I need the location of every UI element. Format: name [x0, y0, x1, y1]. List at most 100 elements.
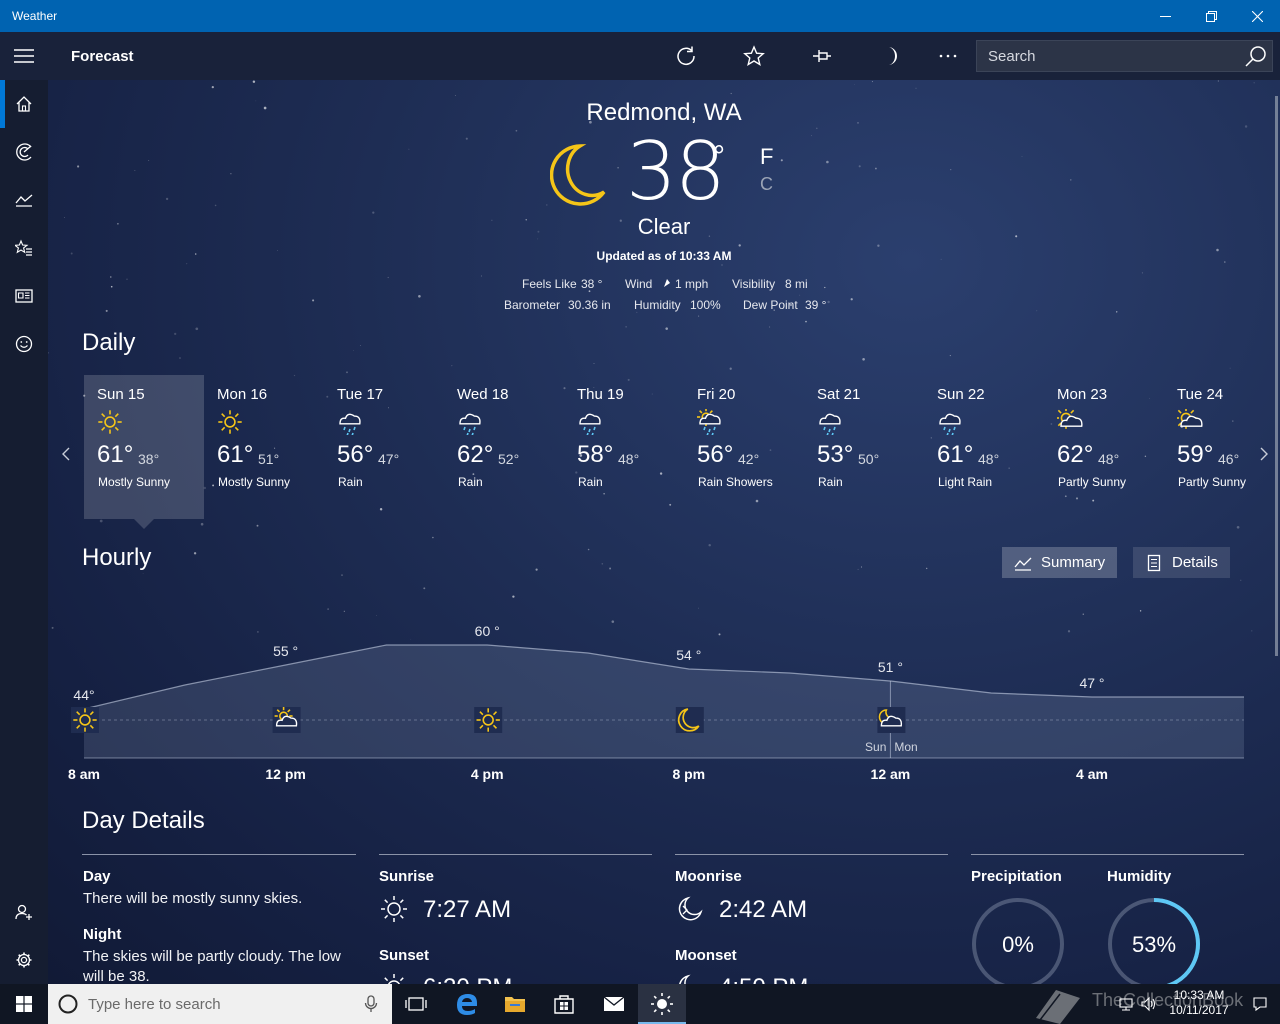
star	[824, 286, 826, 289]
moonrise-icon	[678, 896, 703, 921]
taskbar-mail[interactable]	[590, 984, 638, 1024]
hourly-tick-label: 4 am	[1076, 766, 1108, 782]
nav-settings[interactable]	[0, 936, 48, 984]
nav-places[interactable]	[0, 224, 48, 272]
chevron-left-icon[interactable]	[60, 446, 74, 462]
moon-icon	[550, 144, 606, 206]
star	[587, 548, 590, 551]
refresh-button[interactable]	[664, 32, 708, 80]
partly-sunny-icon	[1057, 409, 1083, 429]
star	[252, 80, 256, 83]
taskbar-search-input[interactable]	[88, 994, 348, 1014]
star	[1036, 310, 1038, 312]
pin-button[interactable]	[800, 32, 844, 80]
taskbar-store[interactable]	[540, 984, 588, 1024]
nav-account[interactable]	[0, 888, 48, 936]
hamburger-menu-button[interactable]	[0, 32, 48, 80]
microphone-icon[interactable]	[364, 995, 378, 1013]
nav-feedback[interactable]	[0, 320, 48, 368]
star	[230, 173, 232, 175]
star	[346, 371, 348, 374]
store-bag-icon	[554, 995, 574, 1014]
day-card[interactable]: Mon 23 62° 48° Partly Sunny	[1044, 375, 1164, 519]
day-card[interactable]: Sat 21 53° 50° Rain	[804, 375, 924, 519]
unit-fahrenheit[interactable]: F	[760, 144, 773, 170]
day-card[interactable]: Tue 17 56° 47° Rain	[324, 375, 444, 519]
star	[48, 352, 49, 354]
day-card[interactable]: Sun 15 61° 38° Mostly Sunny	[84, 375, 204, 519]
rain-icon	[339, 413, 361, 435]
star	[454, 95, 456, 96]
star	[110, 285, 113, 288]
day-low-temp: 47°	[378, 451, 400, 467]
divider	[82, 854, 356, 855]
day-name: Mon 16	[217, 386, 268, 403]
hourly-temp-label: 60 °	[475, 623, 500, 639]
wind-label: Wind	[625, 277, 653, 291]
search-input[interactable]	[977, 41, 1237, 71]
favorite-button[interactable]	[732, 32, 776, 80]
star	[625, 326, 627, 328]
taskbar-weather[interactable]	[638, 984, 686, 1024]
star	[850, 298, 853, 301]
day-card[interactable]: Tue 24 59° 46° Partly Sunny	[1164, 375, 1280, 519]
updated-time: Updated as of 10:33 AM	[596, 249, 732, 263]
star	[853, 83, 855, 85]
nav-news[interactable]	[0, 272, 48, 320]
star	[1217, 80, 1220, 82]
star	[451, 365, 453, 367]
day-condition: Mostly Sunny	[218, 475, 291, 489]
sun-icon	[474, 707, 503, 733]
search-icon[interactable]	[1244, 45, 1268, 69]
nav-forecast[interactable]	[0, 80, 48, 128]
theme-toggle-button[interactable]	[868, 32, 912, 80]
task-view-button[interactable]	[392, 984, 440, 1024]
day-name: Sat 21	[817, 386, 861, 403]
day-card[interactable]: Sun 22 61° 48° Light Rain	[924, 375, 1044, 519]
star	[810, 135, 812, 137]
sunset-icon	[384, 974, 404, 984]
summary-toggle-button[interactable]: Summary	[1002, 547, 1117, 578]
taskbar-file-explorer[interactable]	[491, 984, 539, 1024]
start-button[interactable]	[0, 984, 48, 1024]
star	[721, 264, 723, 266]
star	[617, 166, 619, 169]
close-button[interactable]	[1234, 0, 1280, 32]
volume-icon[interactable]	[1140, 996, 1156, 1012]
smiley-icon	[15, 335, 33, 353]
more-icon	[939, 54, 957, 58]
network-icon[interactable]	[1118, 996, 1134, 1012]
day-card[interactable]: Wed 18 62° 52° Rain	[444, 375, 564, 519]
more-options-button[interactable]	[926, 32, 970, 80]
day-high-temp: 61°	[217, 441, 254, 468]
feels-like-label: Feels Like	[522, 277, 577, 291]
sunset-time: 6:20 PM	[423, 974, 512, 984]
day-low-temp: 48°	[978, 451, 1000, 467]
day-summary: There will be mostly sunny skies.	[83, 890, 303, 907]
unit-celsius[interactable]: C	[760, 174, 773, 195]
star	[729, 367, 732, 370]
system-clock[interactable]: 10:33 AM 10/11/2017	[1158, 988, 1240, 1018]
star	[915, 87, 917, 89]
day-card[interactable]: Mon 16 61° 51° Mostly Sunny	[204, 375, 324, 519]
star	[877, 244, 880, 247]
hourly-tick-label: 12 pm	[265, 766, 305, 782]
taskbar-edge[interactable]	[443, 984, 491, 1024]
day-low-temp: 52°	[498, 451, 520, 467]
sunset-label: Sunset	[379, 947, 430, 964]
day-card[interactable]: Thu 19 58° 48° Rain	[564, 375, 684, 519]
star	[826, 160, 829, 164]
day-name: Tue 24	[1177, 386, 1224, 403]
details-toggle-button[interactable]: Details	[1133, 547, 1230, 578]
notifications-icon[interactable]	[1252, 996, 1268, 1012]
star	[1236, 525, 1240, 529]
nav-maps[interactable]	[0, 128, 48, 176]
hamburger-icon	[14, 49, 34, 63]
minimize-button[interactable]	[1142, 0, 1188, 32]
nav-historical[interactable]	[0, 176, 48, 224]
main-content: Redmond, WA 38 ° F C Clear Updated as of…	[48, 80, 1280, 984]
cortana-icon[interactable]	[57, 993, 79, 1015]
star	[730, 92, 732, 95]
restore-button[interactable]	[1188, 0, 1234, 32]
day-card[interactable]: Fri 20 56° 42° Rain Showers	[684, 375, 804, 519]
